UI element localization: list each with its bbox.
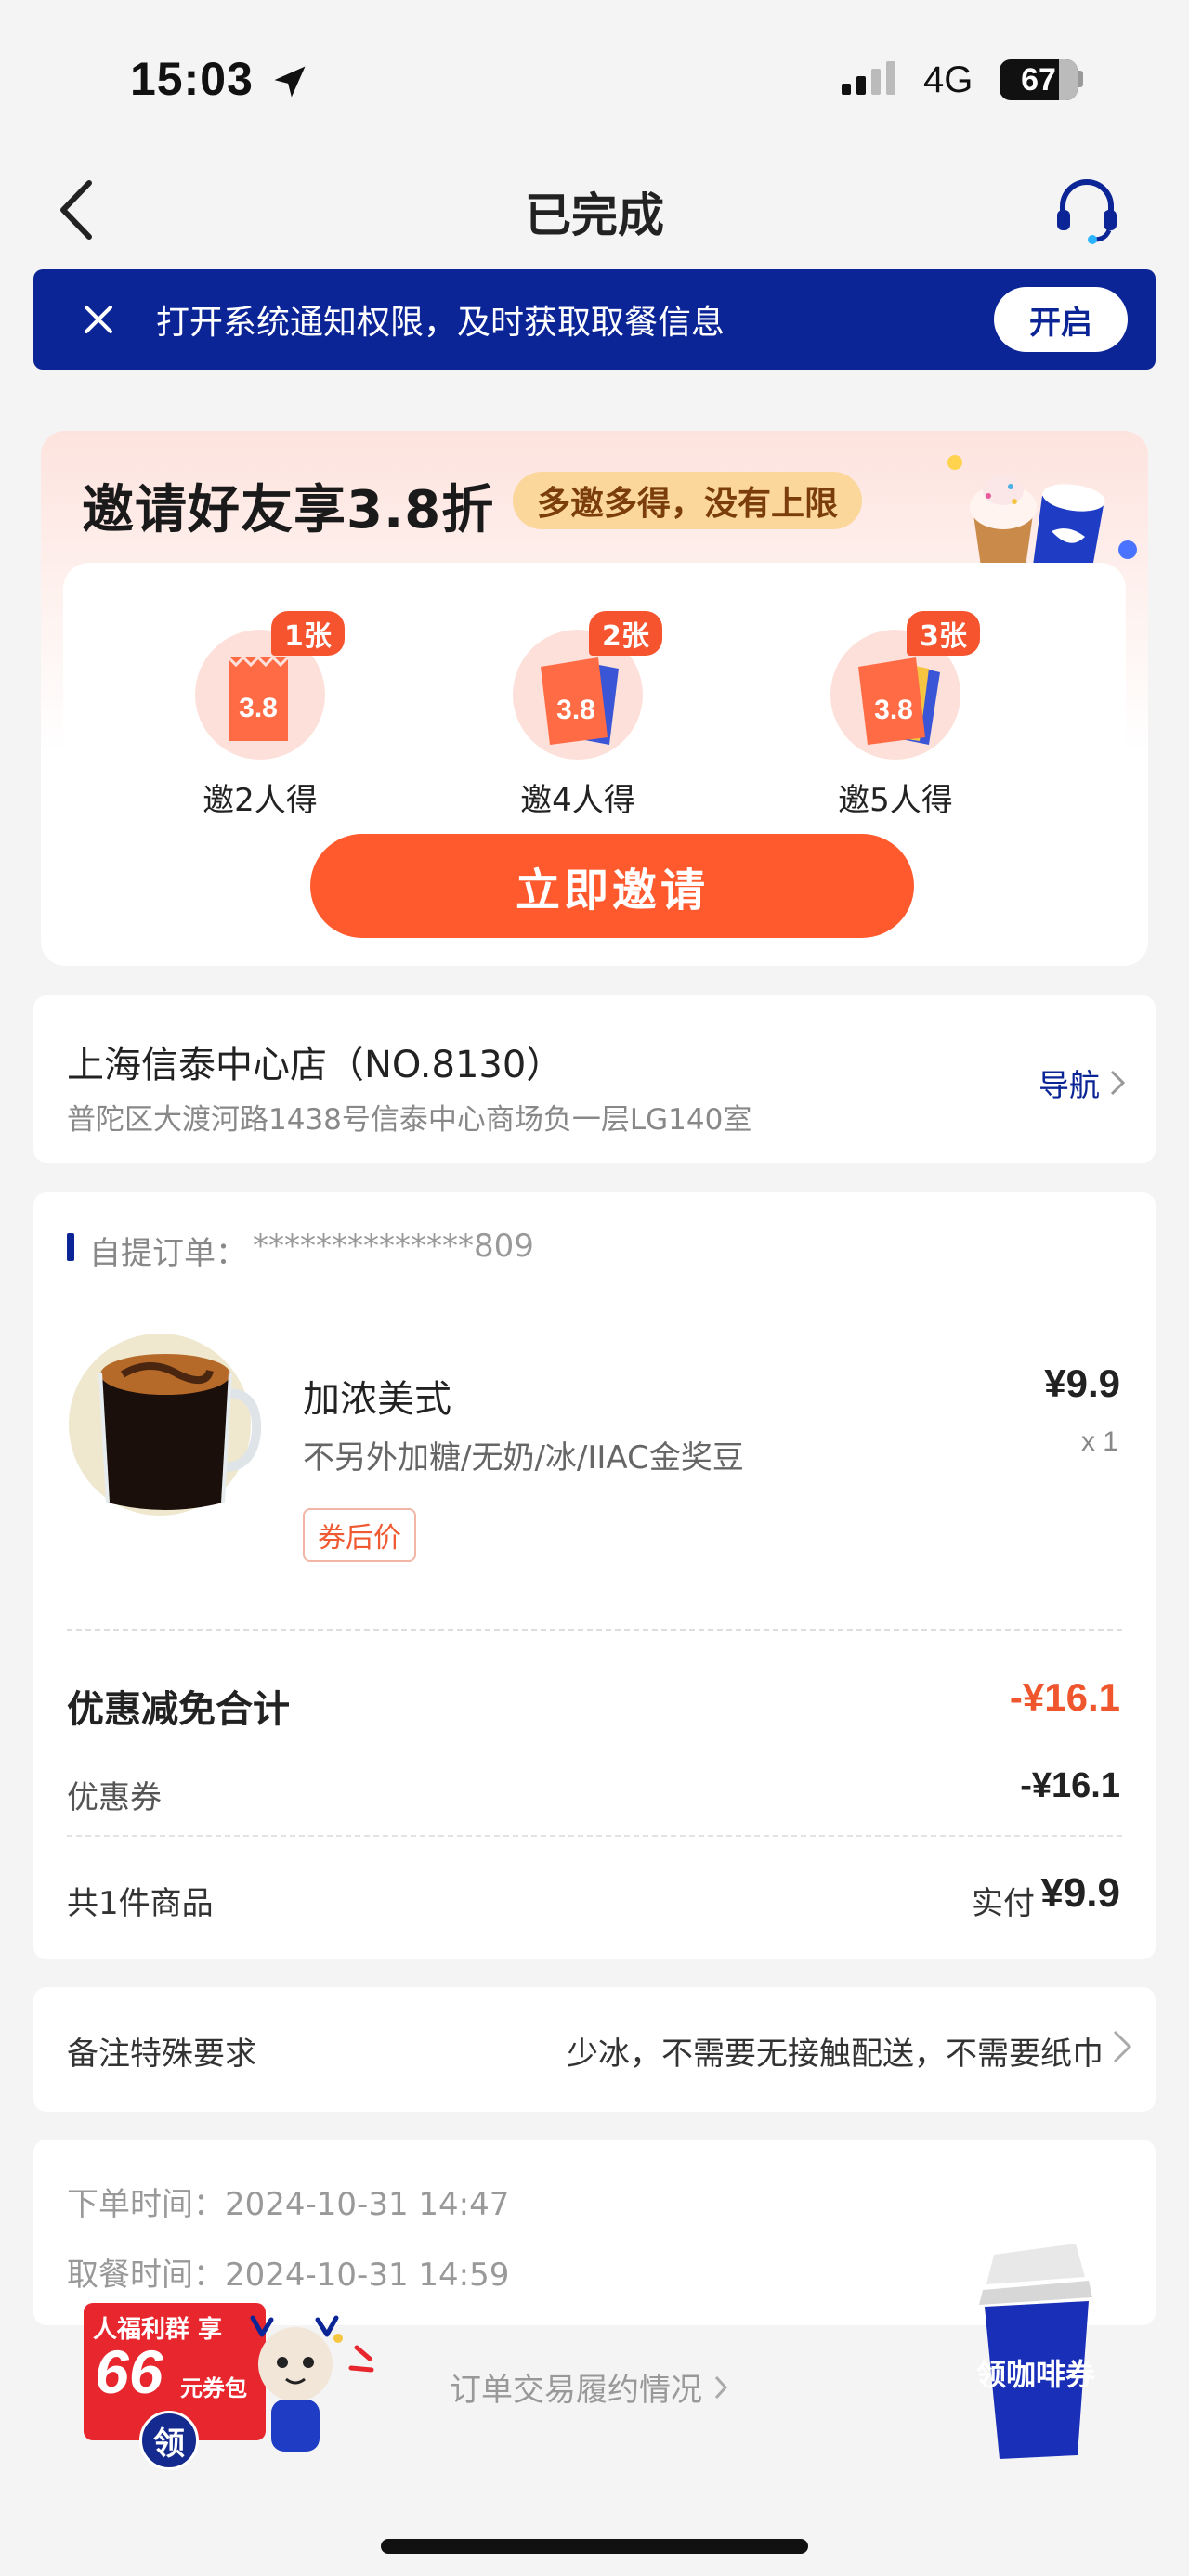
order-number-label: 自提订单： xyxy=(89,1235,247,1272)
signal-icon xyxy=(842,61,895,95)
divider xyxy=(67,1629,1122,1631)
status-time: 15:03 xyxy=(130,53,254,105)
pickup-time-row: 取餐时间：2024-10-31 14:59 xyxy=(67,2249,509,2295)
battery-tip xyxy=(1078,71,1083,87)
section-accent-bar xyxy=(67,1233,74,1261)
page-title: 已完成 xyxy=(525,189,664,242)
navigate-label: 导航 xyxy=(1039,1067,1100,1103)
item-spec: 不另外加糖/无奶/冰/IIAC金奖豆 xyxy=(303,1439,744,1477)
divider xyxy=(67,1835,1122,1837)
item-quantity: x 1 xyxy=(1080,1426,1118,1457)
discount-total-label: 优惠减免合计 xyxy=(67,1688,290,1731)
customer-service-headset-icon[interactable] xyxy=(1050,173,1124,247)
reward-label: 邀2人得 xyxy=(203,782,318,819)
svg-text:3.8: 3.8 xyxy=(874,695,913,725)
coupon-pack-floating-promo[interactable]: 人福利群 享 66 元券包 领 xyxy=(78,2294,394,2479)
americano-product-image xyxy=(69,1334,262,1516)
reward-tier-3: 3张 3.8 邀5人得 xyxy=(784,611,1007,819)
chevron-right-icon xyxy=(1110,1070,1126,1096)
store-name: 上海信泰中心店（NO.8130） xyxy=(67,1044,564,1086)
home-indicator xyxy=(381,2539,808,2554)
pickup-time-value: 2024-10-31 14:59 xyxy=(225,2257,510,2294)
invite-friends-card: 邀请好友享3.8折 多邀多得，没有上限 1张 3.8 邀2人得 2张 3.8 邀… xyxy=(41,431,1148,966)
claim-badge: 领 xyxy=(139,2411,199,2470)
order-number: **************809 xyxy=(253,1228,534,1265)
close-icon[interactable] xyxy=(72,293,124,345)
order-card: 自提订单： **************809 加浓美式 不另外加糖/无奶/冰/… xyxy=(33,1192,1156,1959)
remark-row[interactable]: 备注特殊要求 少冰，不需要无接触配送，不需要纸巾 xyxy=(33,1987,1156,2112)
discount-total-value: -¥16.1 xyxy=(1009,1675,1120,1719)
after-coupon-price-tag: 券后价 xyxy=(303,1508,416,1562)
store-address: 普陀区大渡河路1438号信泰中心商场负一层LG140室 xyxy=(67,1103,752,1137)
reward-label: 邀5人得 xyxy=(838,782,953,819)
chevron-right-icon xyxy=(714,2375,728,2399)
svg-text:3.8: 3.8 xyxy=(239,693,278,723)
coupon-ticket-icon: 3.8 xyxy=(541,657,619,745)
battery-icon: 67 xyxy=(1000,59,1078,100)
invite-now-button[interactable]: 立即邀请 xyxy=(310,834,914,938)
coupon-value: -¥16.1 xyxy=(1020,1766,1120,1805)
deer-mascot-icon xyxy=(250,2315,374,2452)
promo-amount: 66 xyxy=(95,2337,163,2406)
order-time-label: 下单时间： xyxy=(67,2186,225,2223)
coupon-ticket-icon: 3.8 xyxy=(227,655,290,741)
order-time-value: 2024-10-31 14:47 xyxy=(225,2186,510,2223)
coffee-coupon-label: 领咖啡券 xyxy=(975,2357,1095,2392)
fulfillment-info-link[interactable]: 订单交易履约情况 xyxy=(450,2364,728,2410)
coupon-label: 优惠券 xyxy=(67,1779,162,1816)
item-name: 加浓美式 xyxy=(303,1378,451,1421)
enable-notification-button[interactable]: 开启 xyxy=(994,287,1128,352)
item-count: 共1件商品 xyxy=(67,1885,214,1922)
order-time-row: 下单时间：2024-10-31 14:47 xyxy=(67,2179,509,2224)
location-arrow-icon xyxy=(274,66,306,98)
invite-tag: 多邀多得，没有上限 xyxy=(513,472,863,529)
invite-title: 邀请好友享3.8折 xyxy=(82,480,495,540)
reward-tier-1: 1张 3.8 邀2人得 xyxy=(149,611,372,819)
svg-text:3.8: 3.8 xyxy=(556,695,595,725)
fulfillment-link-label: 订单交易履约情况 xyxy=(450,2372,702,2409)
reward-tier-2: 2张 3.8 邀4人得 xyxy=(466,611,689,819)
notification-permission-banner: 打开系统通知权限，及时获取取餐信息 开启 xyxy=(33,269,1156,370)
coffee-coupon-floating-promo[interactable]: 领咖啡券 xyxy=(966,2236,1105,2468)
navigate-button[interactable]: 导航 xyxy=(1039,1060,1126,1105)
pickup-time-label: 取餐时间： xyxy=(67,2257,225,2294)
network-type: 4G xyxy=(923,59,973,100)
reward-label: 邀4人得 xyxy=(520,782,635,819)
item-price: ¥9.9 xyxy=(1044,1361,1120,1405)
store-card: 上海信泰中心店（NO.8130） 普陀区大渡河路1438号信泰中心商场负一层LG… xyxy=(33,995,1156,1163)
remark-value: 少冰，不需要无接触配送，不需要纸巾 xyxy=(567,2036,1104,2073)
chevron-right-icon xyxy=(1113,2030,1132,2063)
paid-amount: ¥9.9 xyxy=(1040,1870,1120,1916)
paid-label: 实付 xyxy=(972,1885,1035,1922)
remark-label: 备注特殊要求 xyxy=(67,2036,256,2073)
coupon-ticket-icon: 3.8 xyxy=(858,657,940,745)
notice-text: 打开系统通知权限，及时获取取餐信息 xyxy=(156,304,725,342)
